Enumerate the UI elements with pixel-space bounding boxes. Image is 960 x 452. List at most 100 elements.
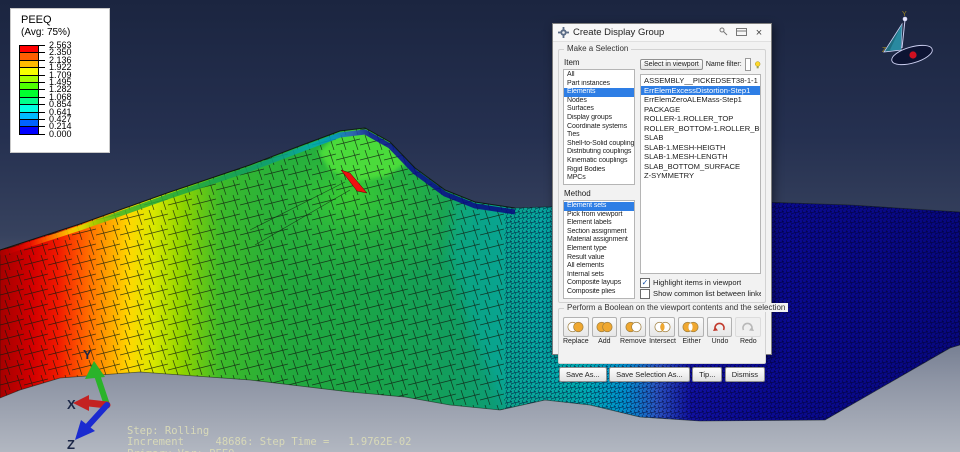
state-block-line: Primary Var: PEEQ [127,448,468,452]
boolean-group-label: Perform a Boolean on the viewport conten… [564,303,789,312]
method-list-entry[interactable]: Pick from viewport [564,211,634,220]
item-list-entry[interactable]: Distributing couplings [564,148,634,157]
legend-tick-mark [19,126,45,128]
legend-color-band [19,126,39,134]
method-list-entry[interactable]: Material assignment [564,236,634,245]
redo-button[interactable] [735,317,762,337]
state-block: Step: Rolling Increment 48686: Step Time … [127,391,468,452]
legend-color-band [19,59,39,68]
item-list-entry[interactable]: MPCs [564,174,634,183]
legend-color-band [19,67,39,75]
create-display-group-dialog: Create Display Group × Make a Selection … [552,23,789,382]
y-axis-label: Y [83,347,92,362]
item-label: Item [564,58,580,67]
set-list-entry[interactable]: ASSEMBLY__PICKEDSET38-1-1 [641,76,760,86]
z-axis-label: Z [67,437,75,452]
item-list-entry[interactable]: All [564,71,634,80]
x-axis-label: X [67,397,76,412]
filter-tip-bulb-icon[interactable] [754,59,761,71]
legend-color-band [19,111,39,119]
method-list-entry[interactable]: Element labels [564,219,634,228]
set-list-entry[interactable]: Z-SYMMETRY [641,171,760,181]
boolean-button-labels: Replace Add Remove Intersect Either Undo… [563,338,761,345]
pin-icon[interactable] [716,27,730,38]
show-common-list-label: Show common list between linked viewport… [653,289,761,298]
highlight-items-label: Highlight items in viewport [653,278,742,287]
item-list-entry[interactable]: Part instances [564,80,634,89]
save-selection-as-button[interactable]: Save Selection As... [609,367,690,382]
undo-button[interactable] [706,317,733,337]
method-list-entry[interactable]: Composite layups [564,279,634,288]
method-listbox[interactable]: Element sets Pick from viewport Element la… [563,200,635,299]
view-compass[interactable]: Y Z [872,6,944,68]
set-list-entry[interactable]: ROLLER_BOTTOM-1.ROLLER_BOTTOM [641,124,760,134]
dialog-footer: Save As... Save Selection As... Tip... D… [558,364,766,382]
remove-label: Remove [620,338,647,345]
highlight-items-checkbox[interactable]: ✓ [640,277,650,288]
close-icon[interactable]: × [752,27,766,39]
item-list-entry[interactable]: Shell-to-Solid couplings [564,140,634,149]
set-list-entry[interactable]: ROLLER-1.ROLLER_TOP [641,114,760,124]
set-list-entry[interactable]: ErrElemExcessDistortion-Step1 [641,85,760,95]
legend-tick-mark [19,45,45,46]
item-list-entry[interactable]: Rigid Bodies [564,166,634,175]
item-list-entry[interactable]: Coordinate systems [564,123,634,132]
selection-column: Select in viewport Name filter: ASSEMBLY… [640,57,761,299]
make-a-selection-group: Make a Selection Item All Part instances E… [558,44,766,303]
legend-tick-mark [19,133,45,135]
item-list-entry[interactable]: Ties [564,131,634,140]
item-listbox[interactable]: All Part instances Elements Nodes Surfaces Di… [563,69,635,185]
replace-button[interactable] [563,317,589,337]
set-list-entry[interactable]: ErrElemZeroALEMass-Step1 [641,95,760,105]
legend-tick-mark [19,67,45,69]
show-common-list-checkbox[interactable] [640,288,650,299]
method-list-entry[interactable]: Composite plies [564,288,634,297]
dismiss-button[interactable]: Dismiss [724,367,765,382]
item-list-entry[interactable]: Surfaces [564,105,634,114]
method-label: Method [564,189,591,198]
legend-subtitle: (Avg: 75%) [21,27,71,38]
y-axis-arrowhead [85,361,105,379]
intersect-label: Intersect [649,338,676,345]
method-list-entry[interactable]: Element sets [564,202,634,211]
method-list-entry[interactable]: Element type [564,245,634,254]
method-list-entry[interactable]: All elements [564,262,634,271]
save-as-button[interactable]: Save As... [559,367,607,382]
legend-tick-mark [19,82,45,83]
method-list-entry[interactable]: Internal sets [564,271,634,280]
legend-tick-mark [19,119,45,120]
tip-button[interactable]: Tip... [692,367,723,382]
item-list-entry[interactable]: Display groups [564,114,634,123]
legend-tick-mark [19,89,45,91]
item-list-entry[interactable]: Kinematic couplings [564,157,634,166]
boolean-group: Perform a Boolean on the viewport conten… [558,303,789,364]
add-button[interactable] [591,317,618,337]
legend-color-band [19,45,39,53]
set-list-entry[interactable]: PACKAGE [641,105,760,115]
remove-button[interactable] [620,317,647,337]
legend-scale: 2.563 2.350 2.136 1.922 1.709 1.495 1.282 1.068… [11,41,109,141]
item-list-entry[interactable]: Elements [564,88,634,97]
method-list-entry[interactable]: Section assignment [564,228,634,237]
item-list-entry[interactable]: Nodes [564,97,634,106]
set-list-entry[interactable]: SLAB [641,133,760,143]
legend-tick-mark [19,111,45,113]
set-list-entry[interactable]: SLAB-1.MESH-HEIGTH [641,143,760,153]
set-list-entry[interactable]: SLAB-1.MESH-LENGTH [641,152,760,162]
sets-listbox[interactable]: ASSEMBLY__PICKEDSET38-1-1 ErrElemExcessDi… [640,74,761,274]
either-button[interactable] [677,317,704,337]
name-filter-label: Name filter: [705,61,742,68]
panel-icon[interactable] [734,27,748,38]
compass-origin-dot [909,51,917,59]
method-list-entry[interactable]: Result value [564,254,634,263]
compass-free-rotate-handle[interactable] [902,16,908,22]
set-list-entry[interactable]: SLAB_BOTTOM_SURFACE [641,162,760,172]
z-axis-arrow [84,402,110,430]
legend-title: PEEQ [21,14,52,26]
redo-label: Redo [739,338,757,345]
dialog-title-bar[interactable]: Create Display Group × [553,24,771,42]
name-filter-input[interactable] [744,58,751,71]
intersect-button[interactable] [649,317,675,337]
legend-tick-mark [19,52,45,54]
select-in-viewport-button[interactable]: Select in viewport [640,59,703,70]
